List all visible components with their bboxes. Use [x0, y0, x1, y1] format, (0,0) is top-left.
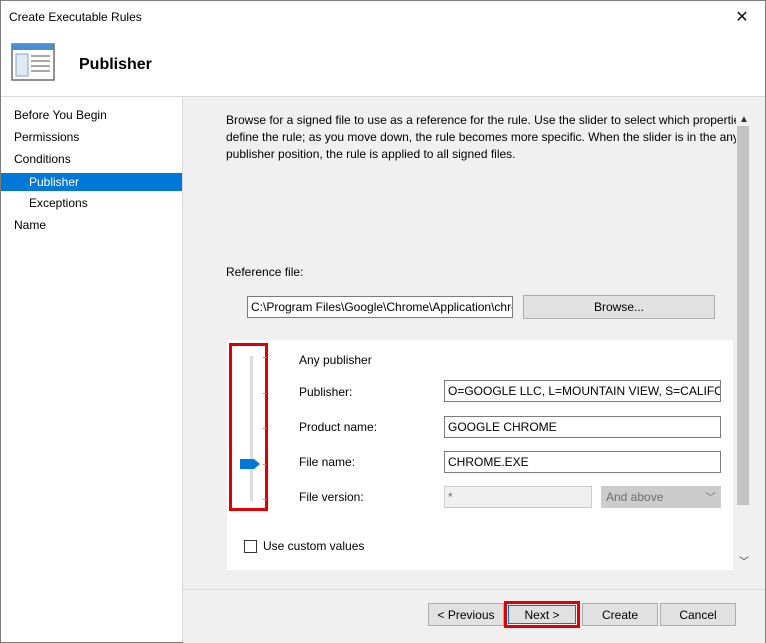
chevron-down-icon: ﹀ [705, 492, 716, 504]
nav-item-label: Publisher [29, 175, 80, 189]
product-name-label: Product name: [299, 420, 378, 434]
reference-file-label: Reference file: [226, 265, 304, 279]
slider-thumb[interactable] [240, 459, 260, 469]
nav-item-label: Exceptions [29, 196, 88, 210]
rule-scope-slider[interactable] [229, 343, 268, 511]
scroll-down-icon[interactable]: ﹀ [739, 553, 749, 568]
scroll-up-icon[interactable]: ▲ [739, 114, 749, 125]
file-name-field[interactable]: CHROME.EXE [444, 451, 721, 473]
nav-item-label: Permissions [14, 130, 80, 144]
nav-item-label: Name [14, 218, 47, 232]
wizard-footer: < Previous Next > Create Cancel [183, 589, 765, 643]
instructions-line: define the rule; as you move down, the r… [226, 130, 736, 144]
wizard-steps-sidebar: Before You Begin Permissions Conditions … [1, 97, 183, 642]
nav-item-label: Conditions [14, 152, 71, 166]
next-button-highlight: Next > [504, 601, 580, 628]
cancel-button[interactable]: Cancel [660, 603, 736, 626]
slider-tick [263, 357, 266, 358]
close-icon[interactable]: ✕ [719, 1, 765, 32]
publisher-panel: Browse for a signed file to use as a ref… [183, 97, 765, 589]
title-bar: Create Executable Rules ✕ [1, 1, 765, 32]
slider-tick [263, 428, 266, 429]
next-button[interactable]: Next > [508, 605, 576, 624]
slider-tick [263, 464, 266, 465]
slider-track [250, 356, 253, 501]
file-version-label: File version: [299, 490, 364, 504]
wizard-page-icon [11, 43, 55, 81]
create-executable-rules-window: Create Executable Rules ✕ Publisher Befo… [0, 0, 766, 643]
nav-item-conditions[interactable]: Conditions [1, 150, 182, 168]
slider-tick [263, 393, 266, 394]
any-publisher-label: Any publisher [299, 353, 372, 367]
vertical-scrollbar[interactable]: ▲ ﹀ [736, 114, 753, 569]
publisher-field[interactable]: O=GOOGLE LLC, L=MOUNTAIN VIEW, S=CALIFOR… [444, 380, 721, 402]
page-title: Publisher [79, 56, 152, 73]
nav-item-exceptions[interactable]: Exceptions [1, 194, 182, 212]
previous-button[interactable]: < Previous [428, 603, 504, 626]
version-mode-value: And above [606, 490, 664, 504]
browse-button[interactable]: Browse... [523, 295, 715, 319]
window-title: Create Executable Rules [9, 10, 142, 24]
instructions-line: publisher position, the rule is applied … [226, 147, 516, 161]
use-custom-values-label[interactable]: Use custom values [263, 539, 364, 553]
nav-item-label: Before You Begin [14, 108, 107, 122]
file-version-field[interactable]: * [444, 486, 592, 508]
publisher-label: Publisher: [299, 385, 353, 399]
nav-item-permissions[interactable]: Permissions [1, 128, 182, 146]
instructions-text: Browse for a signed file to use as a ref… [226, 112, 736, 163]
slider-tick [263, 499, 266, 500]
nav-item-name[interactable]: Name [1, 216, 182, 234]
use-custom-values-checkbox[interactable] [244, 540, 257, 553]
nav-item-publisher[interactable]: Publisher [1, 173, 182, 191]
nav-item-before-you-begin[interactable]: Before You Begin [1, 106, 182, 124]
scrollbar-thumb[interactable] [737, 126, 749, 505]
product-name-field[interactable]: GOOGLE CHROME [444, 416, 721, 438]
reference-file-input[interactable]: C:\Program Files\Google\Chrome\Applicati… [247, 296, 513, 318]
create-button[interactable]: Create [582, 603, 658, 626]
version-mode-dropdown[interactable]: And above ﹀ [601, 486, 721, 508]
instructions-line: Browse for a signed file to use as a ref… [226, 113, 736, 127]
file-name-label: File name: [299, 455, 356, 469]
wizard-header: Publisher [1, 32, 765, 97]
